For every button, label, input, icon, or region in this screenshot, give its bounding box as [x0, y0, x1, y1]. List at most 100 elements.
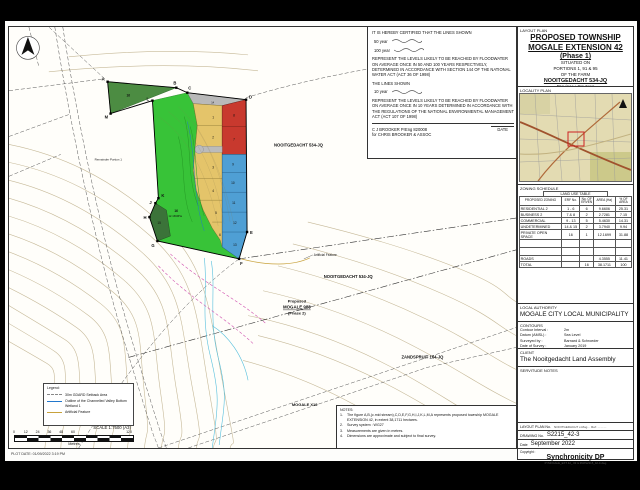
- col-proposed-zoning: PROPOSED ZONING: [518, 195, 563, 207]
- date-row: Date September 2022: [518, 440, 633, 449]
- svg-text:ZANDSPRUIT 164-JQ: ZANDSPRUIT 164-JQ: [401, 354, 444, 359]
- legend-title: Legend:: [47, 386, 60, 390]
- scale-unit: Metres: [68, 442, 80, 447]
- township-phase: (Phase 1): [559, 53, 592, 60]
- svg-text:NOOITGEDACHT 534-JQ: NOOITGEDACHT 534-JQ: [324, 274, 374, 279]
- svg-text:7: 7: [233, 137, 235, 141]
- scale-bar-stripes: [14, 434, 134, 442]
- col-erf-no: ERF No.: [561, 195, 581, 207]
- svg-text:13: 13: [233, 243, 237, 247]
- total-row: TOTAL 16 38.1711 100: [518, 261, 633, 269]
- scale-tick: 60: [71, 430, 75, 434]
- svg-text:Proposed: Proposed: [288, 299, 307, 304]
- svg-text:A: A: [102, 77, 105, 82]
- svg-text:Artificial Feature: Artificial Feature: [314, 253, 337, 257]
- cell-area: 38.1711: [593, 261, 616, 269]
- svg-text:16: 16: [174, 209, 178, 213]
- svg-text:C: C: [188, 86, 191, 91]
- locality-map: [519, 93, 632, 182]
- scale-tick: 48: [59, 430, 64, 434]
- local-authority-name: MOGALE CITY LOCAL MUNICIPALITY: [520, 311, 629, 318]
- scale-tick: 36: [47, 430, 52, 434]
- note-number: 3.: [340, 428, 343, 433]
- cert-para-2: REPRESENT THE LEVELS LIKELY TO BE REACHE…: [372, 97, 514, 119]
- svg-text:M: M: [105, 115, 109, 120]
- flood-line-symbol: [391, 90, 422, 94]
- legend-item-label: Outline of the Channelled Valley Bottom …: [65, 399, 127, 408]
- svg-text:(Phase 2): (Phase 2): [288, 311, 306, 316]
- svg-text:1: 1: [212, 116, 214, 120]
- drafting-firm: Synchronicity DP: [546, 454, 605, 461]
- svg-text:16: 16: [127, 94, 131, 98]
- drawing-no-value: S2215_42-3: [546, 432, 580, 438]
- legend-item-label: 30m GDARD Setback Area: [65, 392, 108, 397]
- svg-text:MOGALE X19: MOGALE X19: [292, 402, 318, 407]
- svg-text:4: 4: [212, 189, 214, 193]
- svg-text:8: 8: [233, 114, 235, 118]
- servitude-notes-label: SERVITUDE NOTES: [520, 367, 558, 373]
- cul-de-sac: [194, 145, 204, 154]
- engineer-firm: for CHRIS BROOKER & ASSOC: [372, 132, 432, 138]
- legend-item-label: Artificial Feature: [65, 410, 91, 415]
- notes-box: NOTES: 1. The figure A,B,(c.mid stream),C…: [336, 405, 516, 448]
- svg-text:K: K: [161, 193, 164, 198]
- flood-certification-box: IT IS HEREBY CERTIFIED THAT THE LINES SH…: [367, 27, 516, 159]
- svg-text:12: 12: [233, 221, 237, 225]
- pos-area-label: 12.1699Ha: [168, 214, 182, 218]
- north-arrow-icon: [16, 36, 40, 60]
- cert-title: IT IS HEREBY CERTIFIED THAT THE LINES SH…: [372, 30, 472, 35]
- cert-50yr-label: 50 year: [374, 38, 388, 44]
- svg-text:H: H: [143, 215, 146, 220]
- cert-100yr-label: 100 year: [374, 47, 390, 53]
- svg-text:B: B: [173, 81, 176, 86]
- scale-bar: SCALE 1:7500 (A3) 0 12 24 36 48 60 120 M…: [11, 425, 137, 448]
- zoning-row: PRIVATE OPEN SPACE 16 1 12.1699 31.88: [518, 229, 633, 241]
- scale-tick: 24: [35, 430, 40, 434]
- layout-plan-no-value: NOOITGEDACHT x-Mog… Ref: ………: [554, 424, 607, 429]
- note-text: Survey system : WG27: [347, 423, 384, 428]
- business-block: [221, 99, 247, 155]
- client-name: The Nooitgedacht Land Assembly: [520, 356, 616, 363]
- svg-text:L: L: [146, 97, 149, 102]
- cert-para-1: REPRESENT THE LEVELS LIKELY TO BE REACHE…: [372, 56, 511, 78]
- note-text: The figure A,B,(c.mid stream),C,D,E,F,G,…: [347, 413, 499, 422]
- note-number: 1.: [340, 413, 343, 418]
- layout-plan-no-row: LAYOUT PLAN No. NOOITGEDACHT x-Mog… Ref:…: [518, 423, 633, 431]
- notes-title: NOTES:: [340, 408, 354, 412]
- svg-text:9: 9: [232, 162, 234, 166]
- scale-tick: 0: [13, 430, 15, 434]
- contours-section: CONTOURS Contour Interval :2m Datum (AMS…: [518, 322, 633, 349]
- table-header-row: PROPOSED ZONING ERF No. No. OF ERVEN ARE…: [518, 195, 633, 207]
- title-block: LAYOUT PLAN PROPOSED TOWNSHIP MOGALE EXT…: [517, 26, 634, 465]
- svg-text:2: 2: [212, 135, 214, 139]
- date-value: September 2022: [530, 441, 575, 447]
- cell-zoning: TOTAL: [518, 261, 563, 269]
- map-frame: AB CD EF GH JK LM 12 34 56 78 9 10 11 12 1…: [8, 26, 517, 449]
- cell-area: 12.1699: [593, 229, 616, 241]
- note-number: 4.: [340, 434, 343, 439]
- layout-plan-no-label: LAYOUT PLAN No.: [520, 425, 552, 429]
- cell-pct: 31.88: [614, 229, 633, 241]
- township-title-line2: MOGALE EXTENSION 42: [528, 43, 623, 52]
- legend-box: Legend: 30m GDARD Setback Area Outline o…: [43, 383, 134, 426]
- col-pct-area: % OF AREA: [614, 195, 633, 207]
- svg-text:6: 6: [219, 233, 221, 237]
- stream-lines: [203, 257, 249, 448]
- drawing-sheet: AB CD EF GH JK LM 12 34 56 78 9 10 11 12 1…: [5, 21, 637, 465]
- svg-text:MOGALE 988: MOGALE 988: [283, 305, 311, 310]
- plot-date: PLOT DATE: 01/09/2022 3:19 PM: [11, 452, 66, 456]
- client-section: CLIENT The Nooitgedacht Land Assembly: [518, 349, 633, 367]
- note-number: 2.: [340, 423, 343, 428]
- scale-tick: 12: [23, 430, 28, 434]
- svg-text:J: J: [149, 200, 152, 205]
- cell-count: 16: [579, 261, 595, 269]
- locality-section: LOCALITY PLAN: [518, 87, 633, 185]
- file-path: P:\MOGALE_EXT 42_ #3 & #93\S2215_42-0.dw…: [544, 461, 607, 465]
- flood-line-symbol: [393, 48, 424, 53]
- svg-text:NOOITGEDACHT 534-JQ: NOOITGEDACHT 534-JQ: [274, 142, 324, 147]
- svg-text:11: 11: [232, 201, 236, 205]
- col-no-of-erven: No. OF ERVEN: [579, 195, 595, 207]
- cell-count: 1: [579, 229, 595, 241]
- servitude-section: SERVITUDE NOTES: [518, 367, 633, 423]
- copyright-section: Copyright : Synchronicity DP P:\MOGALE_E…: [518, 449, 633, 469]
